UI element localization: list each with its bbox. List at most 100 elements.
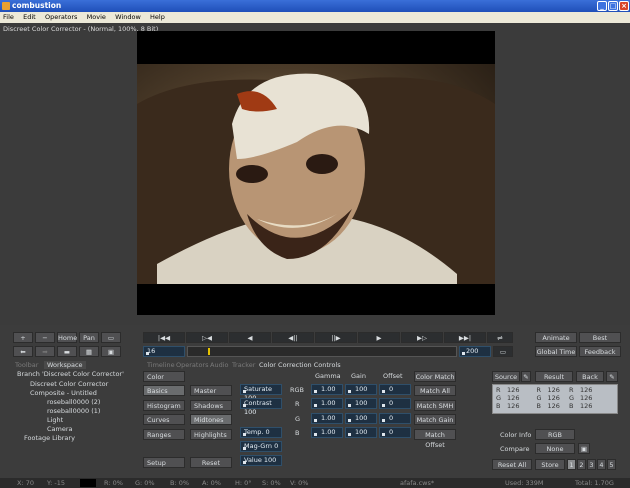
playhead[interactable]	[208, 348, 210, 355]
match-smh-button[interactable]: Match SMH	[414, 400, 456, 411]
menu-window[interactable]: Window	[115, 13, 141, 21]
next-key-icon[interactable]: ▶▷	[401, 332, 443, 343]
timeline-option-icon[interactable]: ▭	[493, 346, 513, 357]
go-end-icon[interactable]: ▶▶|	[444, 332, 486, 343]
g-gamma-field[interactable]: 1.00	[311, 413, 343, 424]
tab-workspace[interactable]: Workspace	[44, 361, 86, 369]
reset-button[interactable]: Reset	[190, 457, 232, 468]
play-back-icon[interactable]: ◀	[229, 332, 271, 343]
quality-dropdown[interactable]: Best	[579, 332, 621, 343]
menu-movie[interactable]: Movie	[87, 13, 106, 21]
back-button[interactable]: Back	[576, 371, 604, 382]
tree-footage-library[interactable]: Footage Library	[24, 434, 75, 442]
tree-light[interactable]: Light	[47, 416, 63, 424]
histogram-menu[interactable]: Histogram	[143, 400, 185, 411]
result-button[interactable]: Result	[535, 371, 573, 382]
tab-operators[interactable]: Operators	[176, 361, 208, 369]
play-icon[interactable]: ▶	[358, 332, 400, 343]
monitor-icon[interactable]: ▣	[101, 346, 121, 357]
tab-color-correction[interactable]: Color Correction Controls	[259, 361, 341, 369]
end-frame-field[interactable]: 200	[459, 346, 491, 357]
mag-grn-field[interactable]: Mag-Grn 0	[240, 441, 282, 452]
close-button[interactable]: ×	[619, 1, 629, 11]
back-arrow-icon[interactable]: ⬅	[13, 346, 33, 357]
temp-field[interactable]: Temp. 0	[240, 427, 282, 438]
midtones-range-button[interactable]: Midtones	[190, 414, 232, 425]
go-start-icon[interactable]: |◀◀	[143, 332, 185, 343]
reset-all-button[interactable]: Reset All	[492, 459, 532, 470]
home-button[interactable]: Home	[57, 332, 77, 343]
forward-arrow-icon[interactable]: ➡	[35, 346, 55, 357]
global-time-dropdown[interactable]: Global Time	[535, 346, 577, 357]
rgb-gain-field[interactable]: 100	[345, 384, 377, 395]
g-offset-field[interactable]: 0	[379, 413, 411, 424]
contrast-field[interactable]: Contrast 100	[240, 398, 282, 416]
menu-operators[interactable]: Operators	[45, 13, 77, 21]
ranges-menu[interactable]: Ranges	[143, 429, 185, 440]
tab-tracker[interactable]: Tracker	[232, 361, 255, 369]
r-gamma-field[interactable]: 1.00	[311, 398, 343, 409]
color-info-dropdown[interactable]: RGB	[535, 429, 575, 440]
store-slot-4[interactable]: 4	[597, 459, 606, 470]
display-icon[interactable]: ▬	[57, 346, 77, 357]
prev-key-icon[interactable]: ▷◀	[186, 332, 228, 343]
tree-operator[interactable]: Discreet Color Corrector	[30, 380, 108, 388]
menu-help[interactable]: Help	[150, 13, 165, 21]
source-button[interactable]: Source	[492, 371, 520, 382]
tree-layer-1[interactable]: roseball0000 (1)	[47, 407, 100, 415]
maximize-button[interactable]: □	[608, 1, 618, 11]
highlights-range-button[interactable]: Highlights	[190, 429, 232, 440]
r-offset-field[interactable]: 0	[379, 398, 411, 409]
step-back-icon[interactable]: ◀||	[272, 332, 314, 343]
tree-composite[interactable]: Composite - Untitled	[30, 389, 97, 397]
add-icon[interactable]: +	[13, 332, 33, 343]
remove-icon[interactable]: −	[35, 332, 55, 343]
tree-layer-2[interactable]: roseball0000 (2)	[47, 398, 100, 406]
match-gain-button[interactable]: Match Gain	[414, 414, 456, 425]
master-range-button[interactable]: Master	[190, 385, 232, 396]
menu-edit[interactable]: Edit	[23, 13, 36, 21]
tree-camera[interactable]: Camera	[47, 425, 73, 433]
compare-view-icon[interactable]: ▣	[578, 443, 590, 454]
tab-toolbar[interactable]: Toolbar	[15, 361, 38, 369]
menu-file[interactable]: File	[3, 13, 14, 21]
rgb-gamma-field[interactable]: 1.00	[311, 384, 343, 395]
tree-branch[interactable]: Branch 'Discreet Color Corrector'	[17, 370, 124, 378]
tab-audio[interactable]: Audio	[210, 361, 228, 369]
grid-icon[interactable]: ▦	[79, 346, 99, 357]
r-gain-field[interactable]: 100	[345, 398, 377, 409]
view-icon[interactable]: ▭	[101, 332, 121, 343]
store-slot-2[interactable]: 2	[577, 459, 586, 470]
match-offset-button[interactable]: Match Offset	[414, 429, 456, 449]
rgb-offset-field[interactable]: 0	[379, 384, 411, 395]
store-slot-5[interactable]: 5	[607, 459, 616, 470]
basics-menu[interactable]: Basics	[143, 385, 185, 396]
setup-menu[interactable]: Setup	[143, 457, 185, 468]
value-field[interactable]: Value 100	[240, 455, 282, 466]
compare-dropdown[interactable]: None	[535, 443, 575, 454]
b-gain-field[interactable]: 100	[345, 427, 377, 438]
b-offset-field[interactable]: 0	[379, 427, 411, 438]
store-button[interactable]: Store	[535, 459, 565, 470]
color-dropdown[interactable]: Color	[143, 371, 185, 382]
feedback-checkbox[interactable]: Feedback	[579, 346, 621, 357]
curves-menu[interactable]: Curves	[143, 414, 185, 425]
tab-timeline[interactable]: Timeline	[147, 361, 175, 369]
shadows-range-button[interactable]: Shadows	[190, 400, 232, 411]
store-slot-3[interactable]: 3	[587, 459, 596, 470]
loop-icon[interactable]: ⇌	[487, 332, 513, 343]
animate-button[interactable]: Animate	[535, 332, 577, 343]
source-eyedropper-icon[interactable]: ✎	[521, 371, 531, 382]
b-gamma-field[interactable]: 1.00	[311, 427, 343, 438]
minimize-button[interactable]: _	[597, 1, 607, 11]
current-frame-field[interactable]: 16	[143, 346, 185, 357]
timeline-scrubber[interactable]	[187, 346, 457, 357]
pan-button[interactable]: Pan	[79, 332, 99, 343]
match-all-button[interactable]: Match All	[414, 385, 456, 396]
color-match-button[interactable]: Color Match	[414, 371, 456, 382]
store-slot-1[interactable]: 1	[567, 459, 576, 470]
result-eyedropper-icon[interactable]: ✎	[606, 371, 618, 382]
saturate-field[interactable]: Saturate 100	[240, 384, 282, 402]
step-forward-icon[interactable]: ||▶	[315, 332, 357, 343]
g-gain-field[interactable]: 100	[345, 413, 377, 424]
